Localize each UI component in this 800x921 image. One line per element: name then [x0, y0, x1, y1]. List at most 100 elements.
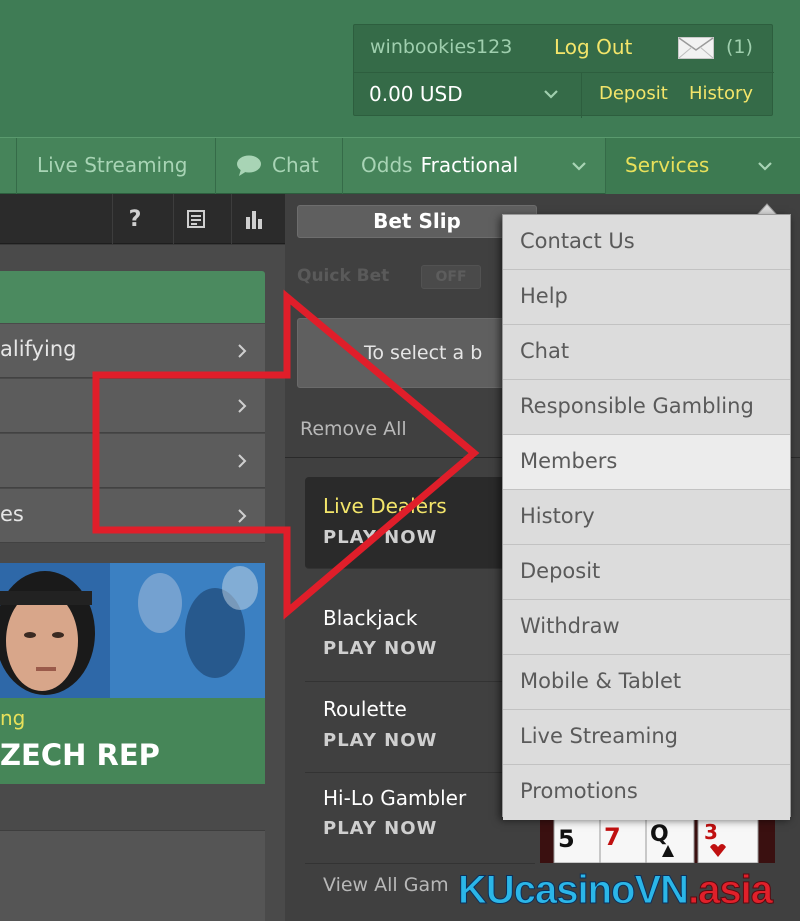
- site-header: winbookies123 Log Out (1) 0.00 USD Depos…: [0, 0, 800, 137]
- nav-chat[interactable]: Chat: [272, 153, 319, 177]
- card-5: 5: [558, 825, 575, 853]
- menu-item-label: Live Streaming: [520, 724, 679, 748]
- balance-value: 0.00 USD: [369, 82, 463, 106]
- promo-player-image[interactable]: [0, 563, 265, 698]
- menu-item-withdraw[interactable]: Withdraw: [503, 600, 790, 655]
- menu-item-label: Mobile & Tablet: [520, 669, 682, 693]
- bar-chart-icon: [246, 211, 262, 229]
- chevron-right-icon: [238, 454, 247, 468]
- watermark-logo: KUcasinoVN.asia: [457, 868, 774, 913]
- deposit-link[interactable]: Deposit: [599, 83, 668, 104]
- menu-item-contact-us[interactable]: Contact Us: [503, 215, 790, 270]
- sport-menu-item[interactable]: es: [0, 489, 265, 543]
- nav-services[interactable]: Services: [606, 138, 800, 194]
- menu-item-label: Help: [520, 284, 568, 308]
- menu-item-responsible-gambling[interactable]: Responsible Gambling: [503, 380, 790, 435]
- menu-item-label: Promotions: [520, 779, 638, 803]
- menu-item-label: Withdraw: [520, 614, 620, 638]
- sport-menu-label: es: [0, 502, 24, 526]
- username: winbookies123: [370, 36, 513, 58]
- game-card-hi-lo[interactable]: Hi-Lo Gambler PLAY NOW: [305, 774, 535, 864]
- divider: [215, 138, 216, 194]
- mail-icon[interactable]: [678, 37, 714, 59]
- play-now-link[interactable]: PLAY NOW: [323, 730, 437, 751]
- menu-item-live-streaming[interactable]: Live Streaming: [503, 710, 790, 765]
- menu-item-mobile-tablet[interactable]: Mobile & Tablet: [503, 655, 790, 710]
- services-dropdown: Contact Us Help Chat Responsible Gamblin…: [502, 214, 791, 820]
- balance-row: 0.00 USD Deposit History: [354, 72, 774, 118]
- sport-menu-label: alifying: [0, 337, 77, 361]
- list-glyph-icon: [187, 210, 205, 228]
- game-name: Hi-Lo Gambler: [323, 786, 467, 810]
- game-card-live-dealers[interactable]: Live Dealers PLAY NOW: [305, 477, 535, 569]
- menu-item-chat[interactable]: Chat: [503, 325, 790, 380]
- divider: [581, 73, 582, 118]
- play-now-link[interactable]: PLAY NOW: [323, 527, 437, 548]
- menu-item-members[interactable]: Members: [503, 435, 790, 490]
- chevron-right-icon: [238, 344, 247, 358]
- divider: [605, 138, 606, 194]
- empty-slip-text: To select a b: [364, 342, 483, 364]
- play-now-link[interactable]: PLAY NOW: [323, 818, 437, 839]
- chevron-right-icon: [238, 509, 247, 523]
- playing-cards-image: 5 7 Q 3: [540, 815, 775, 863]
- bet-slip-tab[interactable]: Bet Slip: [297, 205, 537, 238]
- quick-bet-label: Quick Bet: [297, 266, 390, 286]
- menu-item-label: Responsible Gambling: [520, 394, 754, 418]
- help-icon[interactable]: ?: [112, 194, 157, 244]
- remove-all-link[interactable]: Remove All: [300, 418, 407, 440]
- chevron-right-icon: [238, 399, 247, 413]
- game-name: Blackjack: [323, 606, 418, 630]
- sport-header-bar: [0, 271, 265, 323]
- game-name: Roulette: [323, 697, 407, 721]
- play-now-link[interactable]: PLAY NOW: [323, 638, 437, 659]
- message-count: (1): [726, 36, 753, 58]
- menu-item-label: Members: [520, 449, 618, 473]
- empty-slip-message: To select a b: [297, 318, 527, 388]
- nav-odds[interactable]: Odds Fractional: [361, 153, 518, 177]
- left-bottom-panel: [0, 830, 265, 921]
- watermark-text: KUcasinoVN: [457, 868, 689, 913]
- game-card-roulette[interactable]: Roulette PLAY NOW: [305, 683, 535, 773]
- odds-format-value: Fractional: [420, 153, 519, 177]
- watermark-domain: .asia: [688, 868, 774, 913]
- account-panel: winbookies123 Log Out (1) 0.00 USD Depos…: [353, 24, 774, 118]
- chat-bubble-icon: [237, 155, 261, 176]
- player-photo: [0, 563, 265, 698]
- logout-link[interactable]: Log Out: [554, 35, 632, 59]
- menu-item-label: Contact Us: [520, 229, 635, 253]
- chevron-down-icon: [758, 162, 772, 171]
- menu-item-label: Deposit: [520, 559, 601, 583]
- game-card-blackjack[interactable]: Blackjack PLAY NOW: [305, 590, 535, 682]
- sport-menu-item[interactable]: [0, 379, 265, 433]
- chevron-down-icon[interactable]: [572, 161, 586, 171]
- promo-title: ZECH REP: [0, 738, 160, 772]
- chevron-down-icon[interactable]: [544, 89, 558, 99]
- odds-label: Odds: [361, 153, 413, 177]
- game-name: Live Dealers: [323, 494, 447, 518]
- promo-caption[interactable]: ng ZECH REP: [0, 698, 265, 784]
- sport-menu-item[interactable]: [0, 434, 265, 488]
- main-nav: Live Streaming Chat Odds Fractional Servi…: [0, 137, 800, 194]
- left-toolbar: ?: [0, 194, 285, 244]
- card-7: 7: [604, 823, 621, 851]
- card-q: Q: [650, 822, 669, 847]
- quick-bet-toggle[interactable]: OFF: [421, 265, 481, 289]
- menu-item-help[interactable]: Help: [503, 270, 790, 325]
- list-icon[interactable]: [173, 194, 218, 244]
- view-all-games-link[interactable]: View All Gam: [323, 874, 449, 896]
- divider: [342, 138, 343, 194]
- sport-menu-item[interactable]: alifying: [0, 324, 265, 378]
- menu-item-history[interactable]: History: [503, 490, 790, 545]
- stats-icon[interactable]: [231, 194, 276, 244]
- history-link[interactable]: History: [689, 83, 753, 104]
- menu-item-promotions[interactable]: Promotions: [503, 765, 790, 820]
- services-label: Services: [625, 153, 710, 177]
- promo-subtitle: ng: [0, 706, 26, 730]
- divider: [16, 138, 17, 194]
- menu-item-label: Chat: [520, 339, 570, 363]
- nav-live-streaming[interactable]: Live Streaming: [37, 153, 188, 177]
- menu-item-deposit[interactable]: Deposit: [503, 545, 790, 600]
- card-3: 3: [704, 820, 718, 844]
- menu-item-label: History: [520, 504, 595, 528]
